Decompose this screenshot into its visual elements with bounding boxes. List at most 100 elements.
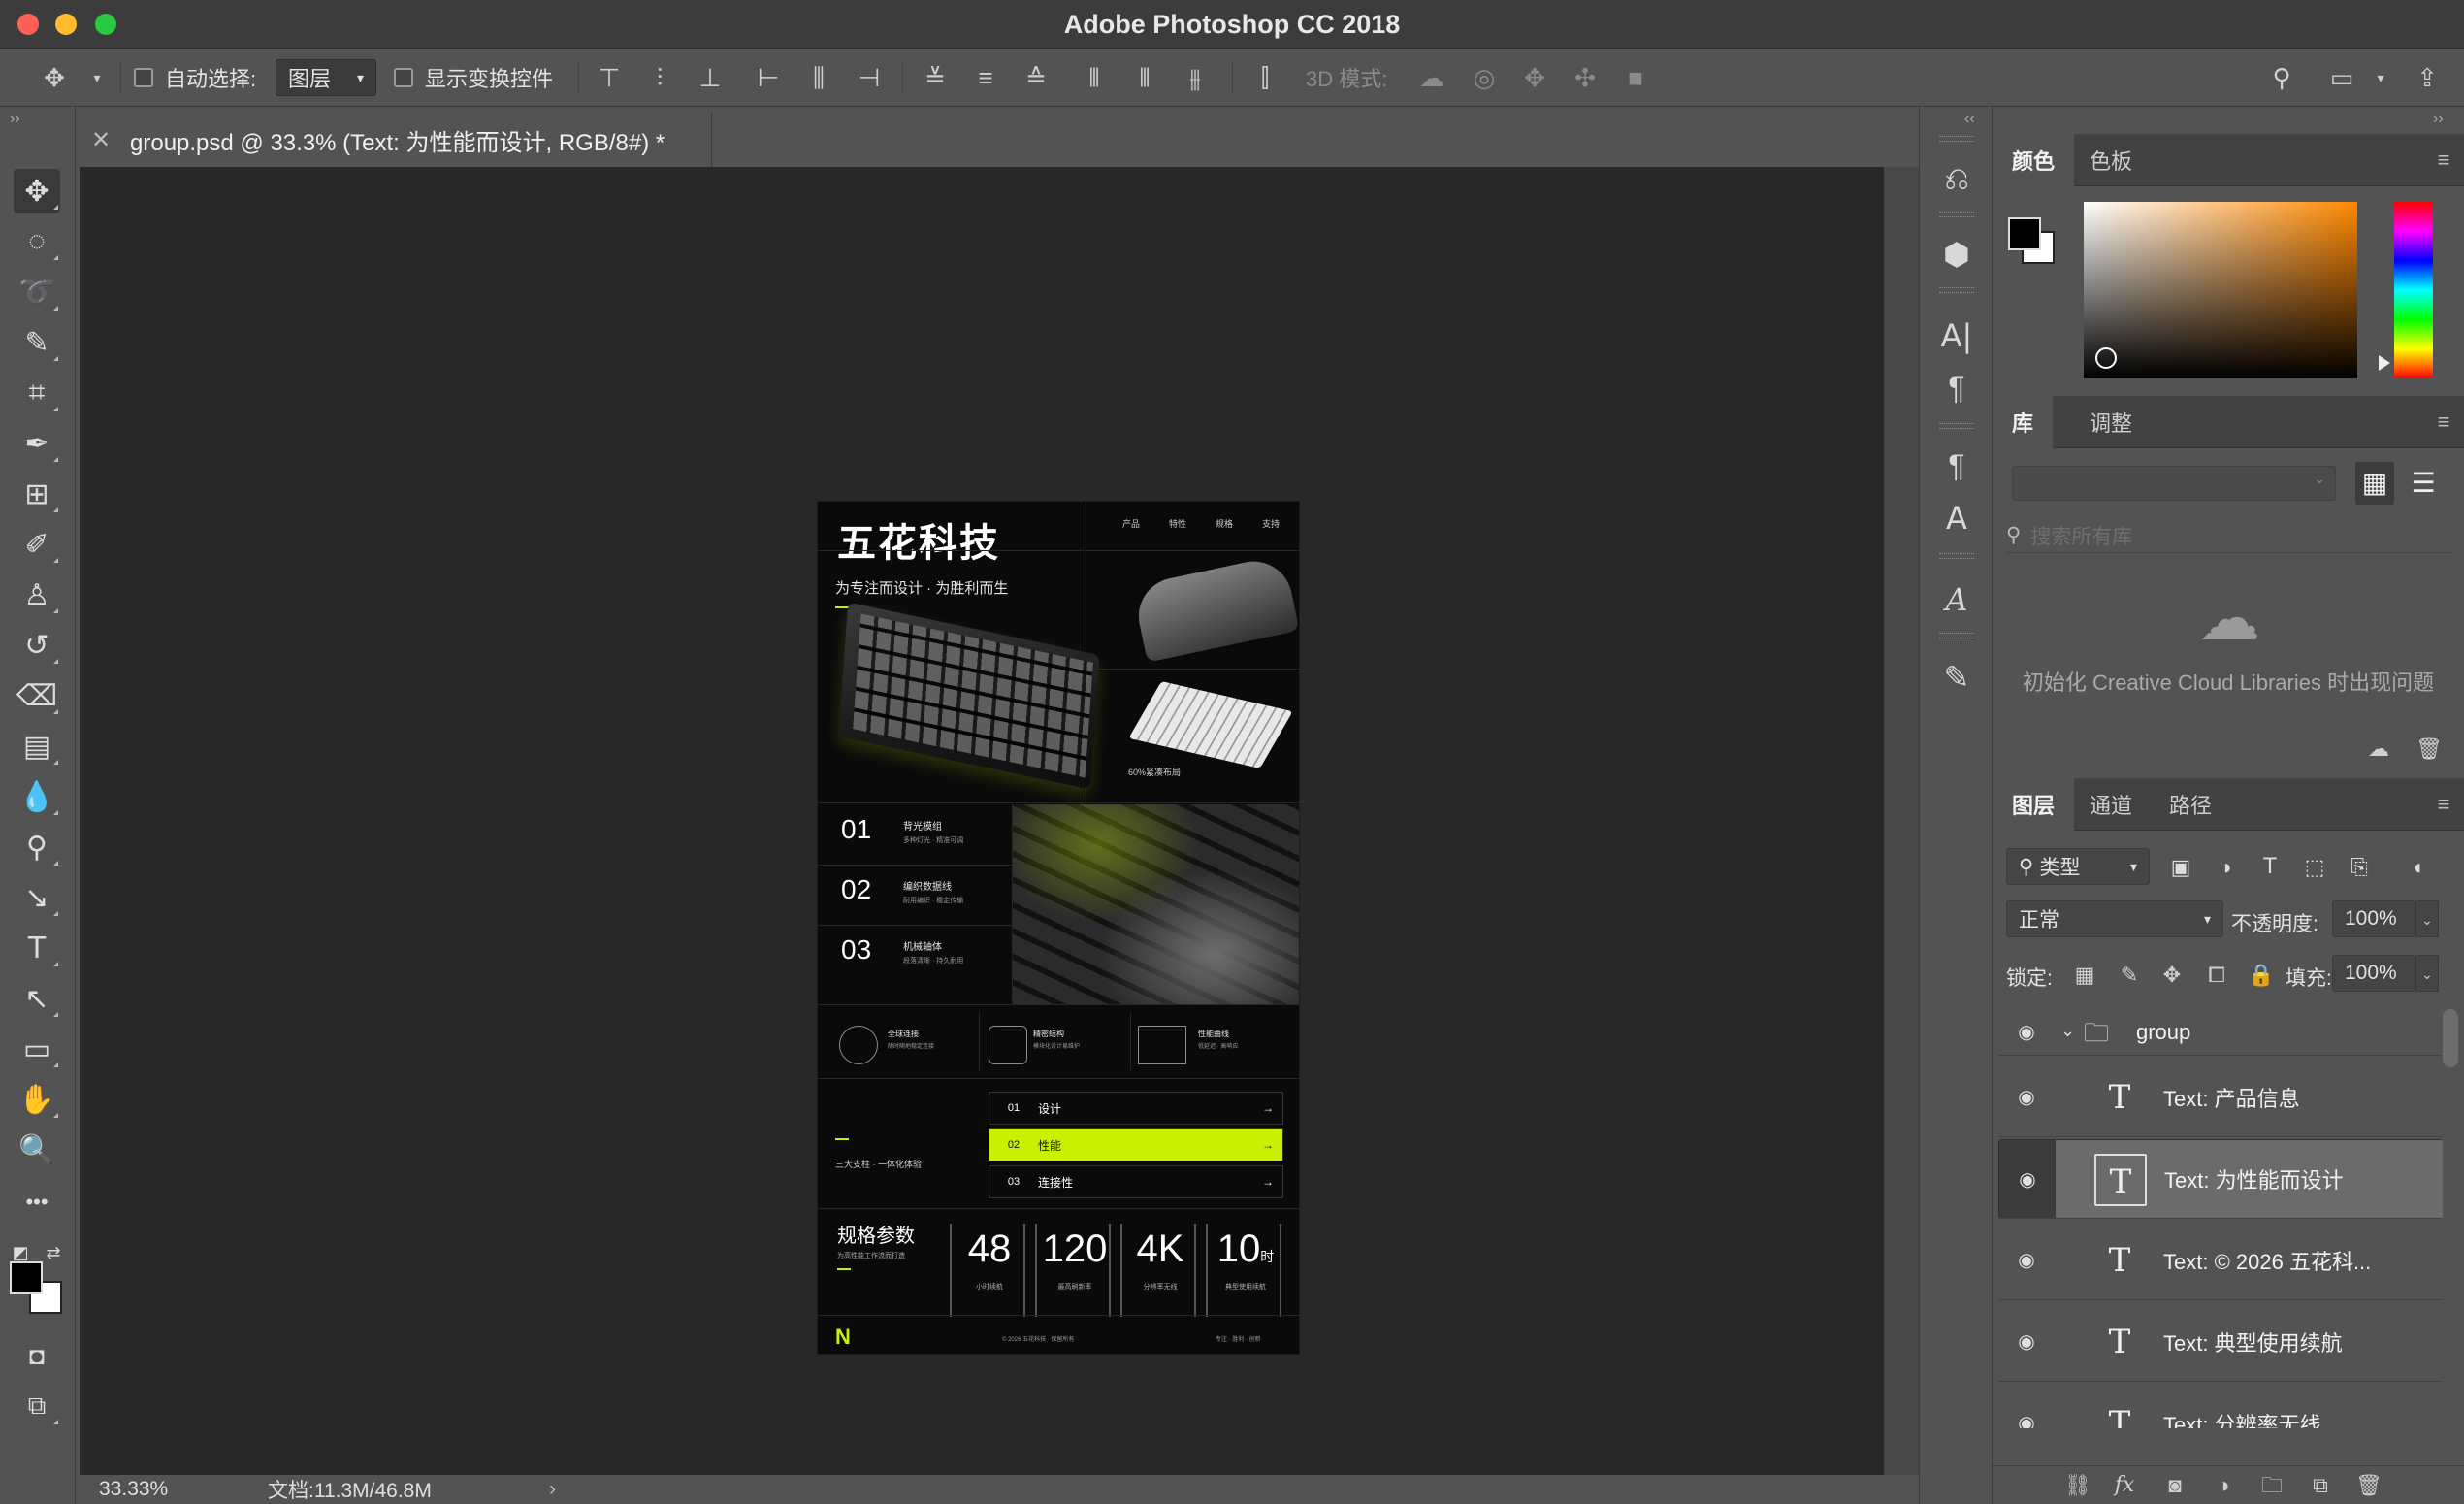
zoom-level[interactable]: 33.33% bbox=[99, 1478, 268, 1501]
fx-icon[interactable]: fx bbox=[2109, 1470, 2140, 1501]
3d-slide-icon[interactable]: ✣ bbox=[1570, 62, 1601, 93]
hue-slider[interactable] bbox=[2394, 202, 2433, 378]
vertical-scrollbar[interactable] bbox=[1884, 167, 1919, 1475]
brush-tool-icon[interactable]: ✐ bbox=[14, 522, 60, 567]
gradient-tool-icon[interactable]: ▤ bbox=[14, 724, 60, 768]
history-panel-icon[interactable]: ⎌ bbox=[1935, 157, 1978, 200]
lock-image-icon[interactable]: ✎ bbox=[2115, 961, 2144, 990]
path-selection-tool-icon[interactable]: ↖ bbox=[14, 976, 60, 1021]
eye-icon[interactable]: ◉ bbox=[1998, 1221, 2055, 1299]
grip-handle[interactable] bbox=[1939, 136, 1974, 142]
screen-mode-icon[interactable]: ⧉ bbox=[14, 1384, 60, 1428]
quick-mask-icon[interactable]: ◘ bbox=[14, 1333, 60, 1378]
auto-select-dropdown[interactable]: 图层 ▾ bbox=[276, 59, 376, 96]
layer-row[interactable]: ◉ T Text: 产品信息 bbox=[1998, 1058, 2443, 1137]
grip-handle[interactable] bbox=[1939, 212, 1974, 217]
3d-pan-icon[interactable]: ✥ bbox=[1519, 62, 1550, 93]
eye-icon[interactable]: ◉ bbox=[1998, 1009, 2055, 1055]
align-right-icon[interactable]: ⊣ bbox=[854, 62, 885, 93]
lock-transparent-icon[interactable]: ▦ bbox=[2070, 961, 2099, 990]
clone-stamp-tool-icon[interactable]: ♙ bbox=[14, 572, 60, 617]
trash-icon[interactable]: 🗑 bbox=[2414, 734, 2445, 765]
layer-row[interactable]: ◉ T Text: 分辨率无线 bbox=[1998, 1384, 2443, 1428]
align-left-icon[interactable]: ⊢ bbox=[753, 62, 784, 93]
layer-row-body[interactable]: T Text: 产品信息 bbox=[2055, 1058, 2443, 1136]
character-panel-icon[interactable]: A| bbox=[1935, 314, 1978, 357]
align-top-icon[interactable]: ⊤ bbox=[594, 62, 625, 93]
rectangle-tool-icon[interactable]: ▭ bbox=[14, 1027, 60, 1071]
chevron-down-icon[interactable]: ⌄ bbox=[2060, 1021, 2075, 1041]
close-tab-icon[interactable]: ✕ bbox=[91, 126, 130, 154]
distribute-right-icon[interactable]: ⫵ bbox=[1180, 62, 1211, 93]
paragraph-styles-icon[interactable]: ¶ bbox=[1935, 444, 1978, 487]
tab-color[interactable]: 颜色 bbox=[1993, 134, 2075, 186]
eye-icon[interactable]: ◉ bbox=[1998, 1058, 2055, 1136]
layers-scrollbar[interactable] bbox=[2443, 1009, 2458, 1067]
color-picker-field[interactable] bbox=[2084, 202, 2357, 378]
trash-icon[interactable]: 🗑 bbox=[2353, 1470, 2384, 1501]
tab-layers[interactable]: 图层 bbox=[1993, 778, 2075, 831]
history-brush-tool-icon[interactable]: ↺ bbox=[14, 623, 60, 668]
layer-row-body[interactable]: T Text: © 2026 五花科... bbox=[2055, 1221, 2443, 1299]
move-tool-icon[interactable]: ✥ bbox=[14, 169, 60, 213]
distribute-hcenter-icon[interactable]: ⦀ bbox=[1129, 62, 1160, 93]
tab-adjustments[interactable]: 调整 bbox=[2070, 396, 2152, 448]
paragraph-panel-icon[interactable]: ¶ bbox=[1935, 367, 1978, 409]
list-view-icon[interactable]: ☰ bbox=[2404, 462, 2443, 505]
chevron-down-icon[interactable]: ▾ bbox=[81, 62, 113, 93]
panel-menu-icon[interactable]: ≡ bbox=[2431, 792, 2456, 816]
align-horizontal-center-icon[interactable]: ⫼ bbox=[803, 62, 834, 93]
auto-select-checkbox[interactable] bbox=[134, 68, 153, 87]
quick-selection-tool-icon[interactable]: ✎ bbox=[14, 320, 60, 365]
show-transform-checkbox[interactable] bbox=[394, 68, 413, 87]
chevron-down-icon[interactable]: ▾ bbox=[2365, 62, 2396, 93]
status-menu-arrow-icon[interactable]: › bbox=[549, 1478, 556, 1501]
collapse-panel-icon[interactable]: ›› bbox=[10, 111, 20, 128]
align-vertical-center-icon[interactable]: ⫶ bbox=[644, 62, 675, 93]
cc-sync-icon[interactable]: ☁ bbox=[2363, 734, 2394, 765]
opacity-input[interactable]: 100% bbox=[2332, 900, 2415, 937]
grip-handle[interactable] bbox=[1939, 423, 1974, 429]
filter-shape-icon[interactable]: ⬚ bbox=[2299, 852, 2330, 883]
new-layer-icon[interactable]: ⧉ bbox=[2305, 1470, 2336, 1501]
tab-swatches[interactable]: 色板 bbox=[2070, 134, 2152, 186]
layer-row-selected[interactable]: ◉ T Text: 为性能而设计 bbox=[1998, 1139, 2443, 1219]
eyedropper-tool-icon[interactable]: ✒ bbox=[14, 421, 60, 466]
tab-libraries[interactable]: 库 bbox=[1993, 396, 2054, 448]
3d-orbit-icon[interactable]: ☁ bbox=[1416, 62, 1447, 93]
filter-adjustment-icon[interactable]: ◑ bbox=[2210, 852, 2241, 883]
layer-row-body[interactable]: T Text: 分辨率无线 bbox=[2055, 1384, 2443, 1428]
panel-menu-icon[interactable]: ≡ bbox=[2431, 147, 2456, 172]
distribute-left-icon[interactable]: ⫴ bbox=[1079, 62, 1110, 93]
layer-row-body[interactable]: T Text: 典型使用续航 bbox=[2055, 1302, 2443, 1381]
fill-dropdown-icon[interactable]: ⌄ bbox=[2415, 955, 2439, 992]
filter-toggle-icon[interactable]: ◖ bbox=[2402, 852, 2433, 883]
layer-row[interactable]: ◉ T Text: © 2026 五花科... bbox=[1998, 1221, 2443, 1300]
color-picker-handle[interactable] bbox=[2095, 347, 2117, 369]
hand-tool-icon[interactable]: ✋ bbox=[14, 1077, 60, 1122]
lock-position-icon[interactable]: ✥ bbox=[2157, 961, 2187, 990]
adjustment-layer-icon[interactable]: ◑ bbox=[2208, 1470, 2239, 1501]
filter-smart-object-icon[interactable]: ⎘ bbox=[2344, 852, 2375, 883]
collapse-strip-icon[interactable]: ‹‹ bbox=[1964, 111, 1975, 128]
opacity-dropdown-icon[interactable]: ⌄ bbox=[2415, 900, 2439, 937]
grip-handle[interactable] bbox=[1939, 633, 1974, 638]
lock-all-icon[interactable]: 🔒 bbox=[2247, 961, 2276, 990]
auto-align-icon[interactable]: ⫿ bbox=[1249, 62, 1281, 93]
layer-row-group[interactable]: ◉ ⌄ 🗀 group bbox=[1998, 1009, 2443, 1056]
layer-row-body[interactable]: T Text: 为性能而设计 bbox=[2056, 1140, 2443, 1218]
eye-icon[interactable]: ◉ bbox=[1998, 1384, 2055, 1428]
library-search[interactable]: ⚲ 搜索所有库 bbox=[2006, 518, 2452, 553]
distribute-bottom-icon[interactable]: ≙ bbox=[1021, 62, 1052, 93]
distribute-vcenter-icon[interactable]: ≡ bbox=[970, 62, 1001, 93]
3d-camera-icon[interactable]: ■ bbox=[1620, 62, 1651, 93]
search-icon[interactable]: ⚲ bbox=[2266, 62, 2297, 93]
grid-view-icon[interactable]: ▦ bbox=[2355, 462, 2394, 505]
character-styles-icon[interactable]: A bbox=[1935, 497, 1978, 539]
collapse-panels-icon[interactable]: ›› bbox=[2433, 111, 2444, 128]
eraser-tool-icon[interactable]: ⌫ bbox=[14, 673, 60, 718]
eye-icon[interactable]: ◉ bbox=[1999, 1140, 2056, 1218]
lock-artboard-icon[interactable]: ⧠ bbox=[2202, 961, 2231, 990]
layer-row[interactable]: ◉ T Text: 典型使用续航 bbox=[1998, 1302, 2443, 1382]
hue-slider-handle[interactable] bbox=[2379, 355, 2390, 371]
